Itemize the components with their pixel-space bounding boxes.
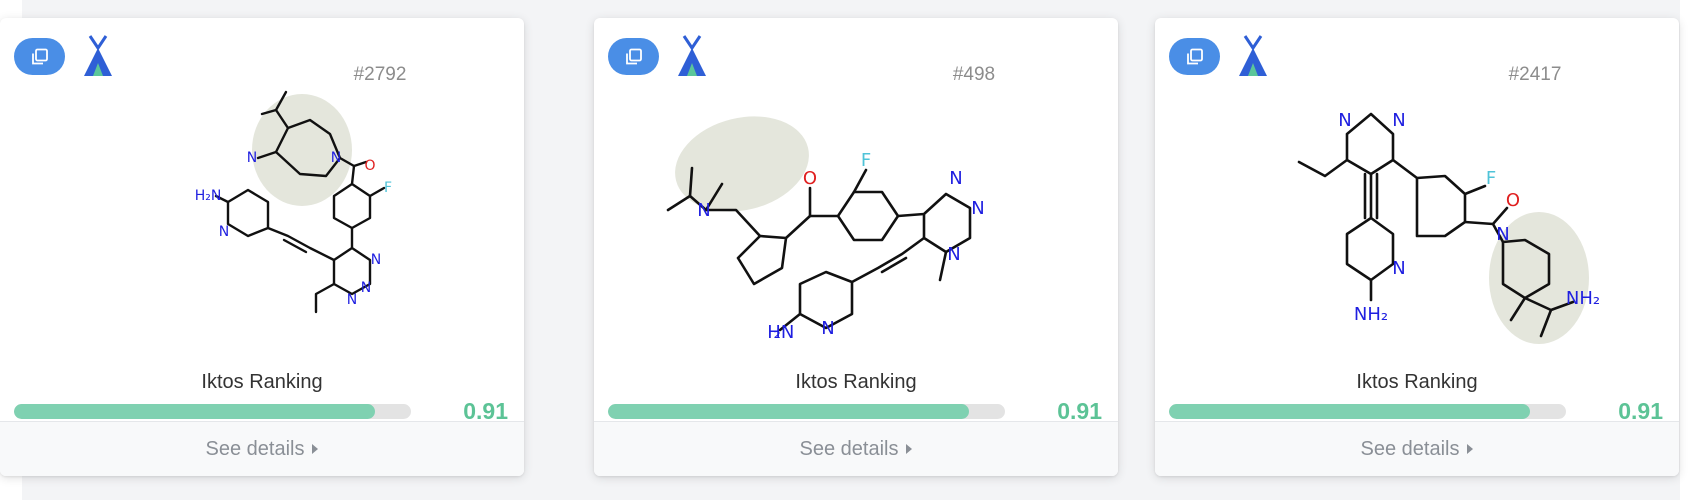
iktos-logo-icon: [678, 35, 706, 76]
svg-text:F: F: [1486, 168, 1496, 189]
ranking-progress: [608, 404, 1005, 419]
svg-text:F: F: [861, 150, 871, 171]
molecule-id: #2417: [1508, 64, 1562, 85]
copy-icon: [1186, 48, 1203, 64]
svg-text:N: N: [361, 280, 371, 296]
svg-text:N: N: [947, 244, 960, 265]
svg-text:N: N: [697, 200, 710, 221]
svg-text:N: N: [821, 318, 834, 339]
ranking-label: Iktos Ranking: [795, 371, 917, 393]
see-details-label: See details: [205, 437, 305, 460]
ranking-progress-fill: [1169, 404, 1531, 419]
svg-text:N: N: [1338, 110, 1351, 131]
svg-text:N: N: [971, 198, 984, 219]
copy-icon: [31, 48, 48, 64]
molecule-structure: N N F O N NH₂ N NH₂: [1297, 110, 1600, 344]
svg-text:NH₂: NH₂: [1566, 288, 1600, 309]
svg-text:O: O: [803, 168, 817, 189]
molecule-id: #498: [952, 64, 996, 85]
see-details-button[interactable]: See details: [0, 421, 524, 476]
svg-text:N: N: [1392, 110, 1405, 131]
svg-text:NH₂: NH₂: [1354, 304, 1388, 325]
see-details-button[interactable]: See details: [594, 421, 1118, 476]
svg-text:₂N: ₂N: [774, 322, 795, 343]
molecule-card: #2792 N N O F N N N N H₂N Iktos Ranking …: [0, 18, 524, 476]
svg-text:O: O: [1506, 190, 1520, 211]
ranking-progress: [14, 404, 411, 419]
ranking-progress-fill: [608, 404, 970, 419]
iktos-logo-icon: [1239, 35, 1267, 76]
ranking-label: Iktos Ranking: [1356, 371, 1478, 393]
ranking-progress-fill: [14, 404, 376, 419]
svg-text:N: N: [347, 292, 357, 308]
ranking-progress: [1169, 404, 1566, 419]
caret-right-icon: [1467, 444, 1474, 454]
svg-text:H₂N: H₂N: [195, 188, 222, 204]
molecule-structure: N O F N N N N H ₂N: [666, 116, 985, 343]
copy-button[interactable]: [1169, 38, 1220, 75]
ranking-label: Iktos Ranking: [201, 371, 323, 393]
iktos-logo-icon: [84, 35, 112, 76]
svg-text:N: N: [371, 252, 381, 268]
copy-button[interactable]: [608, 38, 659, 75]
svg-text:N: N: [1392, 258, 1405, 279]
see-details-label: See details: [1360, 437, 1460, 460]
svg-text:N: N: [331, 150, 341, 166]
svg-text:F: F: [384, 180, 392, 196]
copy-icon: [625, 48, 642, 64]
highlight-region: [675, 116, 809, 212]
svg-text:N: N: [949, 168, 962, 189]
see-details-label: See details: [799, 437, 899, 460]
molecule-structure: N N O F N N N N H₂N: [195, 90, 392, 314]
see-details-button[interactable]: See details: [1155, 421, 1679, 476]
caret-right-icon: [312, 444, 319, 454]
copy-button[interactable]: [14, 38, 65, 75]
svg-text:N: N: [247, 150, 257, 166]
molecule-card: #2417 N N F O N NH₂ N NH₂ Iktos Ranking …: [1155, 18, 1679, 476]
svg-text:O: O: [364, 158, 375, 174]
svg-text:N: N: [1496, 224, 1509, 245]
molecule-id: #2792: [353, 64, 407, 85]
svg-text:N: N: [219, 224, 229, 240]
caret-right-icon: [906, 444, 913, 454]
molecule-card: #498 N O F N N N N H ₂N Iktos Ranking 0.…: [594, 18, 1118, 476]
